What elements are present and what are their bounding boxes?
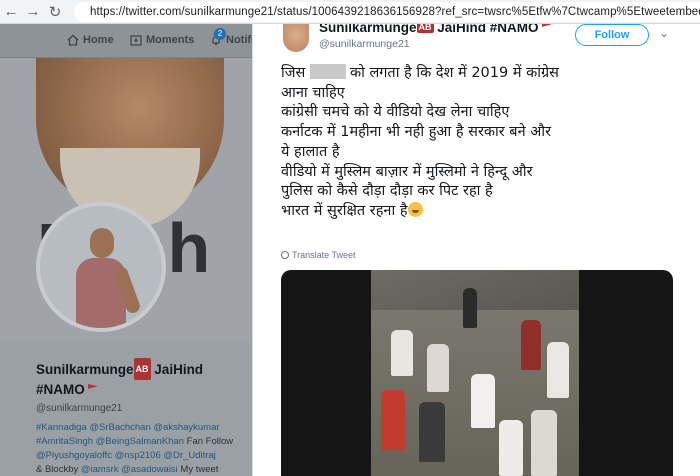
tweet-line-7: पुलिस को कैसे दौड़ा दौड़ा कर पिट रहा है xyxy=(281,183,493,200)
home-icon xyxy=(67,34,79,46)
video-person xyxy=(463,288,477,328)
tweet-author-name-suffix: JaiHind #NAMO xyxy=(433,24,539,35)
video-person xyxy=(381,390,405,450)
redacted-word xyxy=(309,64,346,79)
video-frame xyxy=(371,270,579,476)
nav-moments[interactable]: Moments xyxy=(130,34,194,46)
tweet-line-1-end: को लगता है कि देश में 2019 में कांग्रेस xyxy=(349,65,559,81)
bio-text-2: Fan Follow xyxy=(184,436,234,447)
reload-icon[interactable]: ↻ xyxy=(44,1,66,23)
tweet-author-name[interactable]: Sunilkarmunge AB JaiHind #NAMO xyxy=(319,24,552,35)
nav-moments-label: Moments xyxy=(146,34,195,46)
translate-tweet-link[interactable]: Translate Tweet xyxy=(281,250,356,260)
flag-icon xyxy=(87,384,98,389)
moments-icon xyxy=(130,35,142,46)
profile-name-hashtag: #NAMO xyxy=(36,382,85,397)
translate-tweet-label: Translate Tweet xyxy=(292,250,356,260)
tweet-card: Sunilkarmunge AB JaiHind #NAMO @sunilkarm… xyxy=(252,24,700,476)
video-person xyxy=(531,410,557,476)
nav-home-label: Home xyxy=(83,34,114,46)
flag-icon xyxy=(541,24,552,27)
screenshot-root: ← → ↻ https://twitter.com/sunilkarmunge2… xyxy=(0,0,700,476)
back-arrow-icon[interactable]: ← xyxy=(0,1,22,23)
tweet-line-5: ये हालात है xyxy=(281,143,340,160)
bio-tags-3[interactable]: @Piyushgoyaloffc @nsp2106 @Dr_Uditraj xyxy=(36,450,216,461)
laughing-emoji-icon xyxy=(407,201,423,217)
follow-button[interactable]: Follow xyxy=(575,24,649,46)
url-text: https://twitter.com/sunilkarmunge21/stat… xyxy=(90,6,700,18)
nav-notifications-label: Notifi xyxy=(226,34,255,46)
profile-card: Sunilkarmunge AB JaiHind #NAMO @sunilkarm… xyxy=(0,344,252,476)
tweet-author-badge: AB xyxy=(416,24,434,33)
video-person xyxy=(471,374,495,428)
tweet-line-8-text: भारत में सुरक्षित रहना है xyxy=(281,202,408,219)
profile-avatar[interactable] xyxy=(36,202,166,332)
tweet-line-8: भारत में सुरक्षित रहना है xyxy=(281,201,700,222)
tweet-author-name-text: Sunilkarmunge xyxy=(319,24,417,35)
video-person xyxy=(419,402,445,462)
video-person xyxy=(547,342,569,398)
tweet-line-6: वीडियो में मुस्लिम बाज़ार में मुस्लिमो न… xyxy=(281,163,533,180)
profile-name-text: Sunilkarmunge xyxy=(36,362,134,377)
chevron-down-icon[interactable]: ⌄ xyxy=(659,26,673,40)
video-person xyxy=(427,344,449,392)
forward-arrow-icon[interactable]: → xyxy=(22,1,44,23)
tweet-line-4: कर्नाटक में 1महीना भी नही हुआ है सरकार ब… xyxy=(281,124,552,141)
tweet-text: जिस को लगता है कि देश में 2019 में कांग्… xyxy=(281,64,700,222)
nav-home[interactable]: Home xyxy=(67,34,114,46)
tweet-line-3: कांग्रेसी चमचे को ये वीडियो देख लेना चाह… xyxy=(281,104,510,121)
video-person xyxy=(391,330,413,376)
profile-name-badge: AB xyxy=(133,358,151,380)
bio-tags-1[interactable]: #Kannadiga @SrBachchan @akshaykumar xyxy=(36,422,220,433)
address-bar[interactable]: https://twitter.com/sunilkarmunge21/stat… xyxy=(74,2,700,22)
video-person xyxy=(499,420,523,476)
profile-bio: #Kannadiga @SrBachchan @akshaykumar #Amr… xyxy=(36,421,250,476)
tweet-line-1-start: जिस xyxy=(281,65,306,81)
tweet-author-handle[interactable]: @sunilkarmunge21 xyxy=(319,38,410,50)
tweet-line-1: जिस को लगता है कि देश में 2019 में कांग्… xyxy=(281,64,700,84)
globe-icon xyxy=(281,251,289,259)
bio-text-4b: My tweet xyxy=(177,464,219,475)
bio-tags-4[interactable]: @iamsrk @asadowaisi xyxy=(78,464,178,475)
bio-tags-2[interactable]: #AmritaSingh @BeingSalmanKhan xyxy=(36,436,184,447)
profile-name-suffix: JaiHind xyxy=(154,362,204,377)
tweet-line-2: आना चाहिए xyxy=(281,84,345,101)
avatar-figure-head xyxy=(90,228,114,258)
tweet-video[interactable] xyxy=(281,270,673,476)
twitter-top-nav: Home Moments Notifi 2 xyxy=(0,24,255,58)
video-person xyxy=(521,320,541,370)
bio-text-4a: & Blockby xyxy=(36,464,79,475)
profile-handle[interactable]: @sunilkarmunge21 xyxy=(36,403,122,414)
profile-name[interactable]: Sunilkarmunge AB JaiHind #NAMO xyxy=(36,358,246,400)
notification-count-badge: 2 xyxy=(214,28,226,40)
tweet-author-avatar[interactable] xyxy=(283,24,309,52)
browser-toolbar: ← → ↻ https://twitter.com/sunilkarmunge2… xyxy=(0,0,700,24)
